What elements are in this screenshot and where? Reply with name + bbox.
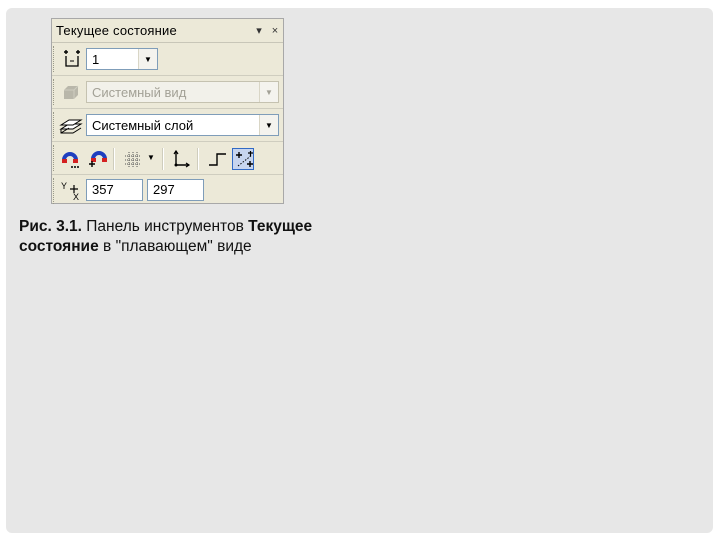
svg-text:Y: Y <box>61 181 67 191</box>
row-grip[interactable] <box>53 178 57 204</box>
layer-row: Системный слой ▼ <box>52 109 283 142</box>
current-state-panel: Текущее состояние ▾ × 1 ▼ Системный вид … <box>51 18 284 204</box>
panel-close-icon[interactable]: × <box>267 25 283 37</box>
local-snap-magnet-icon[interactable] <box>86 148 108 170</box>
toolbar-separator <box>113 148 115 170</box>
chevron-down-icon[interactable]: ▼ <box>138 49 157 69</box>
caption-text-2: в "плавающем" виде <box>98 238 252 255</box>
view-row: Системный вид ▼ <box>52 76 283 109</box>
chevron-down-icon[interactable]: ▼ <box>259 82 278 102</box>
svg-text:X: X <box>73 192 79 202</box>
grid-chevron-down-icon[interactable]: ▼ <box>147 153 155 162</box>
step-combobox[interactable]: 1 ▼ <box>86 48 158 70</box>
toolbar-separator <box>162 148 164 170</box>
row-grip[interactable] <box>53 79 57 105</box>
coordinates-row: Y X 357 297 <box>52 175 283 208</box>
caption-text-1: Панель инструментов <box>81 218 249 235</box>
panel-menu-chevron-icon[interactable]: ▾ <box>251 24 267 37</box>
row-grip[interactable] <box>53 145 57 171</box>
row-grip[interactable] <box>53 46 57 72</box>
snap-toolbar-row: ▼ <box>52 142 283 175</box>
panel-title-bar[interactable]: Текущее состояние ▾ × <box>52 19 283 43</box>
step-value: 1 <box>92 51 100 67</box>
layer-combobox[interactable]: Системный слой ▼ <box>86 114 279 136</box>
layer-icon <box>59 119 83 134</box>
figure-label: Рис. 3.1. <box>19 218 82 235</box>
snap-magnet-icon[interactable] <box>60 148 82 170</box>
coord-x-field[interactable]: 357 <box>86 179 143 201</box>
view-combobox[interactable]: Системный вид ▼ <box>86 81 279 103</box>
grid-icon[interactable] <box>122 148 144 170</box>
coord-y-field[interactable]: 297 <box>147 179 204 201</box>
layer-value: Системный слой <box>92 117 194 133</box>
local-cs-icon[interactable] <box>170 148 192 170</box>
chevron-down-icon[interactable]: ▼ <box>259 115 278 135</box>
cursor-step-icon <box>64 50 80 67</box>
rounding-icon[interactable] <box>232 148 254 170</box>
ortho-icon[interactable] <box>206 148 228 170</box>
toolbar-separator <box>197 148 199 170</box>
view-icon <box>64 85 79 99</box>
figure-caption: Рис. 3.1. Панель инструментов Текущее со… <box>19 217 359 257</box>
row-grip[interactable] <box>53 112 57 138</box>
view-value: Системный вид <box>92 84 187 100</box>
panel-title: Текущее состояние <box>56 23 177 38</box>
step-row: 1 ▼ <box>52 43 283 76</box>
coordinates-icon: Y X <box>61 181 79 202</box>
